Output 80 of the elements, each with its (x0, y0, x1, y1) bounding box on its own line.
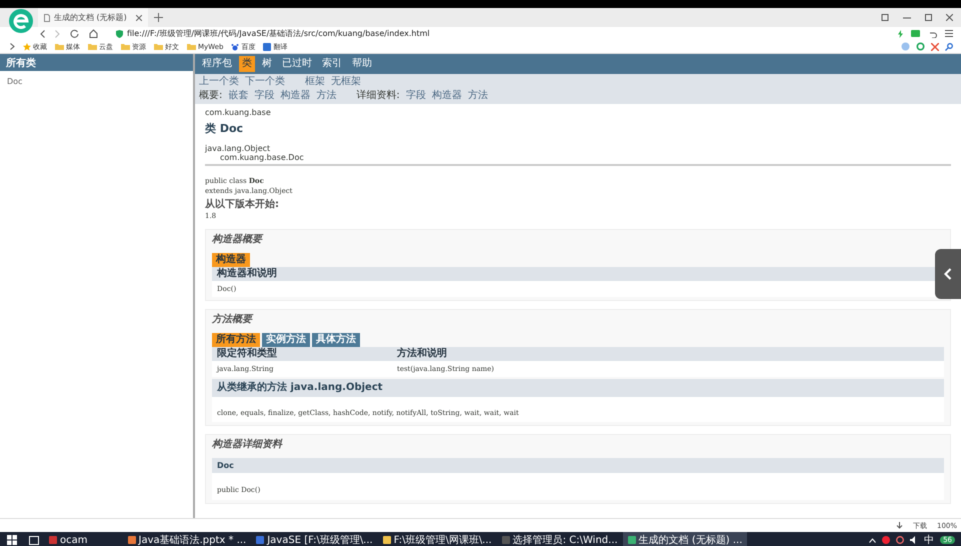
tab-title: 生成的文档 (无标题) (54, 12, 127, 23)
nav-link[interactable]: 无框架 (331, 76, 361, 88)
package-name: com.kuang.base (205, 108, 272, 117)
class-link[interactable]: Doc (0, 71, 193, 86)
detail-label: 详细资料: (356, 90, 400, 102)
close-icon[interactable] (136, 14, 142, 20)
nav-link[interactable]: 索引 (319, 56, 345, 72)
nav-link[interactable]: 帮助 (349, 56, 375, 72)
inherited-heading: 从类继承的方法 java.lang.Object (212, 379, 944, 397)
column-header: 构造器和说明 (217, 268, 277, 280)
hierarchy-item: com.kuang.base.Doc (220, 153, 305, 162)
nav-link[interactable]: 嵌套 (228, 90, 248, 102)
back-icon[interactable] (40, 30, 45, 38)
chevron-up-icon[interactable] (869, 538, 876, 542)
taskbar-item[interactable]: ocam (44, 532, 92, 546)
taskbar-item[interactable]: JavaSE [F:\班级管理\... (251, 532, 378, 546)
taskbar-item[interactable]: F:\班级管理\网课班\... (378, 532, 497, 546)
app-icon (502, 536, 510, 544)
page-icon (44, 14, 50, 22)
folder-icon (55, 43, 64, 50)
folder-icon (88, 43, 97, 50)
nav-link[interactable]: 字段 (254, 90, 274, 102)
reload-icon[interactable] (70, 29, 79, 38)
taskbar-item[interactable]: Java基础语法.pptx * ... (122, 532, 252, 546)
close-icon[interactable] (946, 14, 953, 21)
nav-link[interactable]: 方法 (316, 90, 336, 102)
table-tab[interactable]: 实例方法 (262, 333, 310, 347)
nav-link[interactable]: 程序包 (199, 56, 235, 72)
hierarchy-item[interactable]: java.lang.Object (205, 144, 951, 153)
panel-title: 所有类 (0, 54, 193, 71)
lightning-icon[interactable] (898, 30, 903, 38)
column-header: 方法和说明 (397, 348, 447, 360)
folder-icon (187, 43, 196, 50)
star-icon (23, 42, 31, 50)
app-icon (49, 536, 57, 544)
minimize-icon[interactable] (903, 16, 911, 18)
app-icon (628, 536, 636, 544)
nav-link[interactable]: 类 (239, 56, 255, 72)
nav-link[interactable]: 已过时 (279, 56, 315, 72)
circle-icon[interactable] (916, 42, 925, 51)
nav-link[interactable]: 方法 (468, 90, 488, 102)
input-method-indicator[interactable]: 中 (924, 533, 934, 546)
chevron-icon (944, 268, 952, 280)
shield-icon (116, 30, 123, 38)
summary-label: 概要: (199, 90, 222, 102)
search-icon[interactable] (945, 42, 953, 50)
nav-link[interactable]: 框架 (305, 76, 325, 88)
download-icon[interactable] (896, 522, 903, 529)
section-heading: 方法概要 (212, 314, 254, 326)
new-tab-icon[interactable] (154, 13, 163, 22)
browser-tab[interactable]: 生成的文档 (无标题) (38, 8, 148, 27)
nav-link[interactable]: 构造器 (280, 90, 310, 102)
home-icon[interactable] (89, 29, 98, 38)
app-icon (256, 536, 264, 544)
column-header: 限定符和类型 (217, 348, 278, 360)
app-icon (382, 536, 391, 544)
since-label: 从以下版本开始: (205, 199, 280, 210)
paw-icon (231, 42, 240, 50)
side-toggle-button[interactable] (935, 249, 961, 299)
menu-icon[interactable] (945, 30, 953, 37)
member-heading: Doc (212, 458, 944, 473)
taskbar-item[interactable]: 生成的文档 (无标题) ... (622, 532, 748, 546)
class-title: 类 Doc (205, 121, 244, 136)
table-tab[interactable]: 具体方法 (312, 333, 360, 347)
folder-icon (154, 43, 163, 50)
section-heading: 构造器详细资料 (212, 439, 284, 451)
table-tab[interactable]: 所有方法 (212, 333, 260, 347)
restore-icon[interactable] (925, 14, 932, 21)
nav-link[interactable]: 构造器 (432, 90, 462, 102)
taskbar-item[interactable]: 选择管理员: C:\Wind... (496, 532, 623, 546)
nav-link[interactable]: 上一个类 (199, 76, 239, 88)
sidebar-icon[interactable] (10, 43, 15, 50)
app-icon (128, 536, 136, 544)
folder-icon (121, 43, 130, 50)
table-tab[interactable]: 构造器 (212, 253, 250, 267)
nav-link[interactable]: 字段 (406, 90, 426, 102)
section-heading: 构造器概要 (212, 234, 264, 246)
undo-icon[interactable] (929, 30, 937, 38)
nav-link[interactable]: 树 (259, 56, 275, 72)
nav-link[interactable]: 下一个类 (245, 76, 285, 88)
